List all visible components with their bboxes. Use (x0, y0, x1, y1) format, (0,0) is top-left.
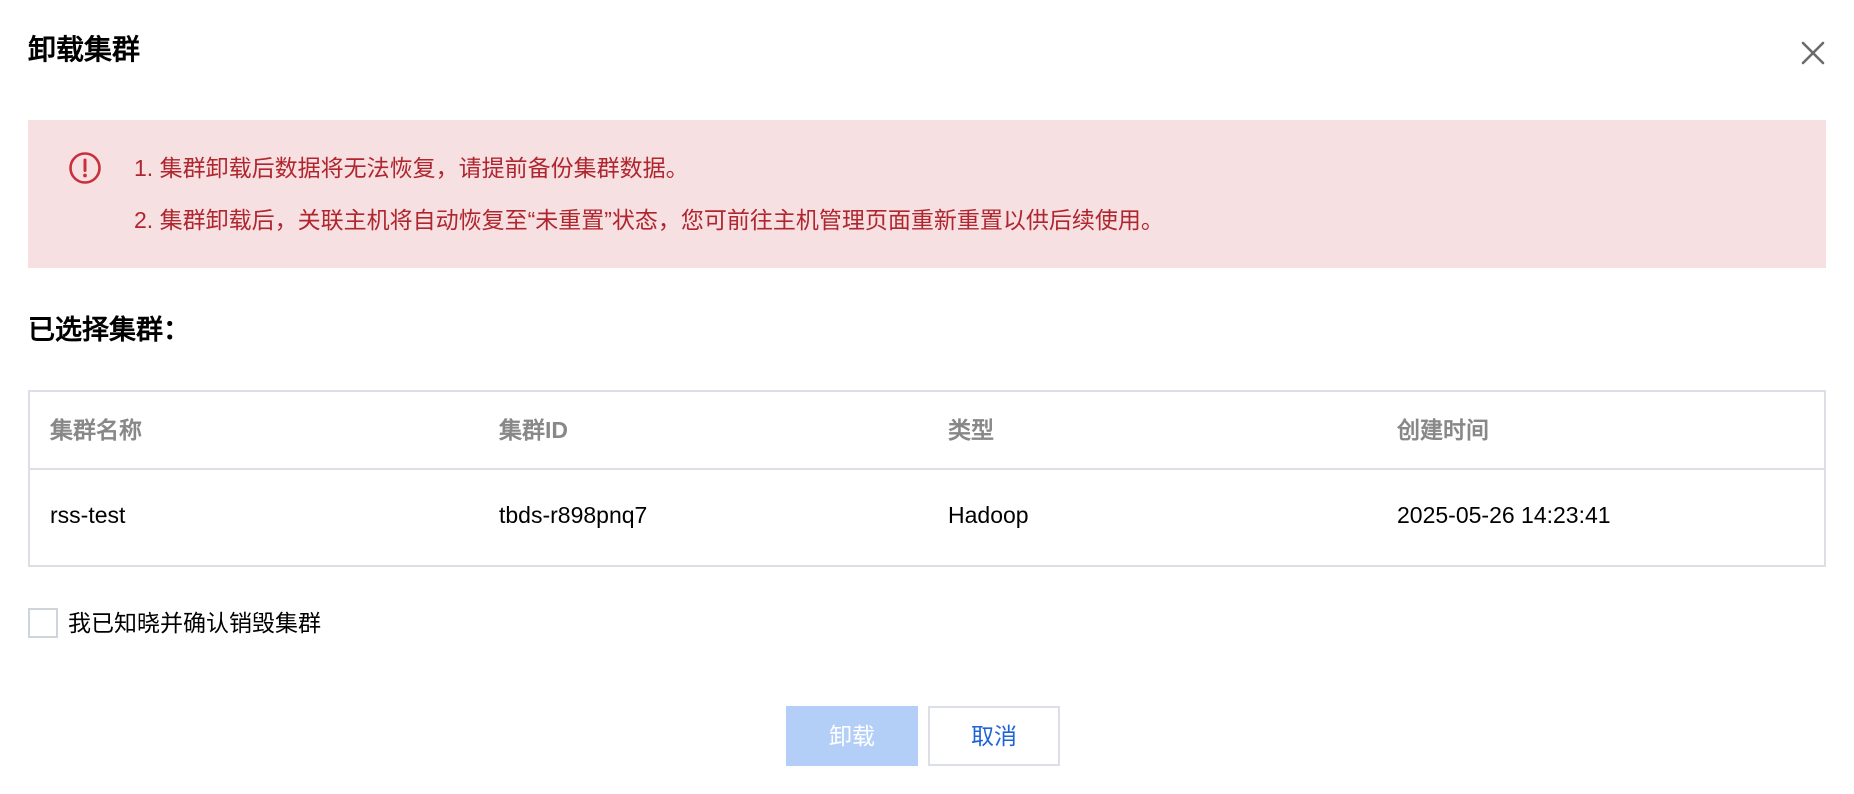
uninstall-cluster-dialog: 卸载集群 1. 集群卸载后数据将无法恢复，请提前备份集群数据。 2. 集群卸载后… (0, 0, 1854, 794)
cancel-button[interactable]: 取消 (928, 706, 1060, 766)
confirm-checkbox[interactable] (28, 608, 58, 638)
cell-cluster-name: rss-test (50, 502, 126, 528)
header-cluster-id: 集群ID (499, 417, 568, 443)
table-row: rss-test tbds-r898pnq7 Hadoop 2025-05-26… (30, 470, 1824, 565)
warning-alert: 1. 集群卸载后数据将无法恢复，请提前备份集群数据。 2. 集群卸载后，关联主机… (28, 120, 1826, 268)
dialog-title: 卸载集群 (28, 34, 141, 65)
header-type: 类型 (948, 417, 994, 443)
close-icon (1798, 38, 1828, 68)
cell-type: Hadoop (948, 502, 1029, 528)
selected-clusters-title: 已选择集群： (28, 315, 190, 345)
uninstall-button[interactable]: 卸载 (786, 706, 918, 766)
confirm-destroy-option[interactable]: 我已知晓并确认销毁集群 (28, 607, 321, 639)
alert-line-1: 1. 集群卸载后数据将无法恢复，请提前备份集群数据。 (134, 155, 689, 181)
header-cluster-name: 集群名称 (50, 417, 142, 443)
selected-clusters-table: 集群名称 集群ID 类型 创建时间 rss-test tbds-r898pnq7… (28, 390, 1826, 567)
exclamation-circle-icon (68, 151, 102, 185)
header-created-time: 创建时间 (1397, 417, 1489, 443)
cell-cluster-id: tbds-r898pnq7 (499, 502, 648, 528)
cell-created-time: 2025-05-26 14:23:41 (1397, 502, 1611, 528)
close-button[interactable] (1798, 38, 1828, 68)
alert-line-2: 2. 集群卸载后，关联主机将自动恢复至“未重置”状态，您可前往主机管理页面重新重… (134, 207, 1164, 233)
confirm-label: 我已知晓并确认销毁集群 (68, 610, 321, 636)
table-header-row: 集群名称 集群ID 类型 创建时间 (30, 392, 1824, 470)
